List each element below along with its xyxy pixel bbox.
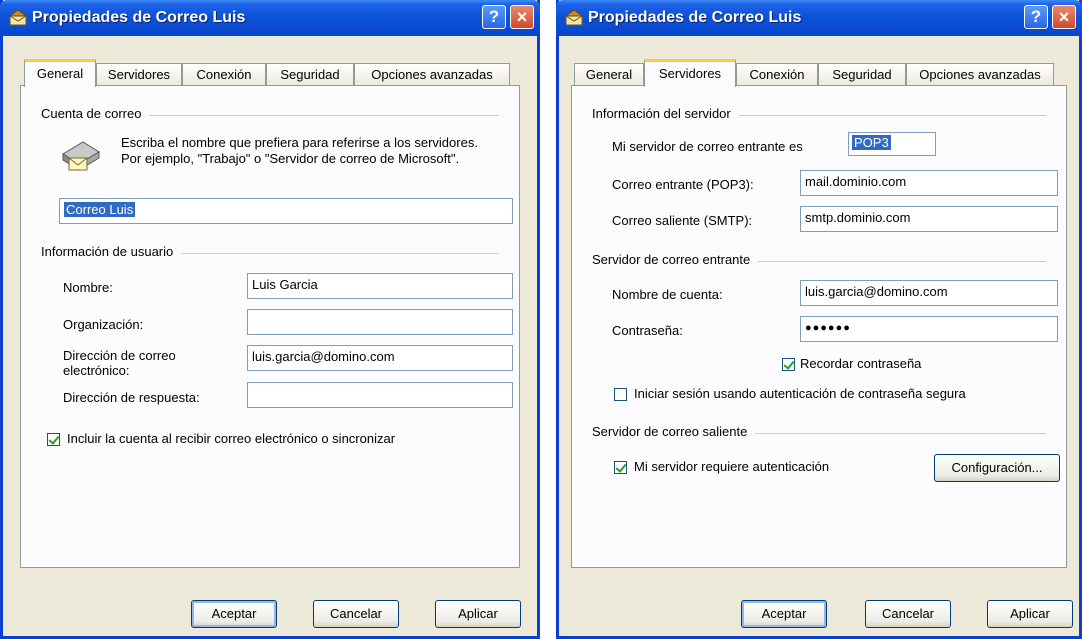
group-outgoing-server: Servidor de correo saliente [592, 424, 1046, 444]
tab-panel: Cuenta de correo Escriba el nombre que p… [20, 85, 520, 568]
account-name-input[interactable]: Correo Luis [59, 198, 513, 224]
incoming-server-input[interactable]: mail.dominio.com [800, 170, 1058, 196]
secure-password-auth-checkbox[interactable] [614, 388, 627, 401]
include-account-label[interactable]: Incluir la cuenta al recibir correo elec… [67, 431, 395, 446]
tab-strip: General Servidores Conexión Seguridad Op… [574, 59, 1064, 87]
window-title: Propiedades de Correo Luis [588, 9, 802, 26]
accept-button[interactable]: Aceptar [741, 600, 827, 628]
apply-button[interactable]: Aplicar [987, 600, 1073, 628]
tab-servidores[interactable]: Servidores [96, 63, 182, 86]
group-server-info: Información del servidor [592, 106, 1046, 126]
name-label: Nombre: [63, 280, 113, 295]
email-label: Dirección de correo electrónico: [63, 348, 176, 378]
cancel-button[interactable]: Cancelar [313, 600, 399, 628]
organization-input[interactable] [247, 309, 513, 335]
remember-password-label[interactable]: Recordar contraseña [800, 356, 921, 371]
cancel-button[interactable]: Cancelar [865, 600, 951, 628]
account-name-input[interactable]: luis.garcia@domino.com [800, 280, 1058, 306]
incoming-server-label: Correo entrante (POP3): [612, 177, 754, 192]
password-label: Contraseña: [612, 323, 683, 338]
include-account-checkbox[interactable] [47, 433, 60, 446]
reply-address-input[interactable] [247, 382, 513, 408]
outgoing-server-label: Correo saliente (SMTP): [612, 213, 753, 228]
tab-general[interactable]: General [574, 63, 644, 86]
account-name-label: Nombre de cuenta: [612, 287, 723, 302]
group-label: Servidor de correo entrante [592, 252, 759, 267]
window-title: Propiedades de Correo Luis [32, 9, 246, 26]
server-requires-auth-checkbox[interactable] [614, 461, 627, 474]
group-mail-account: Cuenta de correo [41, 106, 499, 126]
close-button[interactable]: × [1052, 5, 1076, 29]
group-label: Servidor de correo saliente [592, 424, 756, 439]
name-input[interactable]: Luis Garcia [247, 273, 513, 299]
tab-panel: Información del servidor Mi servidor de … [571, 85, 1067, 568]
password-input[interactable]: ●●●●●● [800, 316, 1058, 342]
remember-password-checkbox[interactable] [782, 358, 795, 371]
incoming-type-field[interactable]: POP3 [848, 132, 936, 156]
email-input[interactable]: luis.garcia@domino.com [247, 345, 513, 371]
title-bar[interactable]: Propiedades de Correo Luis ? × [556, 0, 1082, 36]
account-properties-dialog-servers: Propiedades de Correo Luis ? × General S… [556, 0, 1082, 639]
tab-opciones-avanzadas[interactable]: Opciones avanzadas [354, 63, 510, 86]
mail-account-icon [564, 9, 584, 26]
account-description: Escriba el nombre que prefiera para refe… [121, 135, 478, 166]
group-label: Cuenta de correo [41, 106, 150, 121]
secure-password-auth-label[interactable]: Iniciar sesión usando autenticación de c… [634, 386, 966, 401]
tab-opciones-avanzadas[interactable]: Opciones avanzadas [906, 63, 1054, 86]
group-label: Información del servidor [592, 106, 739, 121]
outgoing-server-input[interactable]: smtp.dominio.com [800, 206, 1058, 232]
account-name-value: Correo Luis [64, 202, 136, 217]
tab-general[interactable]: General [24, 59, 96, 87]
organization-label: Organización: [63, 317, 144, 332]
tab-strip: General Servidores Conexión Seguridad Op… [18, 59, 522, 87]
group-user-info: Información de usuario [41, 244, 499, 264]
tab-conexion[interactable]: Conexión [736, 63, 818, 86]
help-button[interactable]: ? [482, 5, 506, 29]
incoming-type-value: POP3 [852, 135, 891, 150]
close-button[interactable]: × [510, 5, 534, 29]
title-bar[interactable]: Propiedades de Correo Luis ? × [0, 0, 540, 36]
reply-address-label: Dirección de respuesta: [63, 390, 200, 405]
tab-servidores[interactable]: Servidores [644, 59, 736, 87]
tab-seguridad[interactable]: Seguridad [266, 63, 354, 86]
incoming-type-label: Mi servidor de correo entrante es [612, 139, 803, 154]
apply-button[interactable]: Aplicar [435, 600, 521, 628]
group-label: Información de usuario [41, 244, 182, 259]
server-requires-auth-label[interactable]: Mi servidor requiere autenticación [634, 459, 829, 474]
tab-seguridad[interactable]: Seguridad [818, 63, 906, 86]
settings-button[interactable]: Configuración... [934, 454, 1060, 482]
help-button[interactable]: ? [1024, 5, 1048, 29]
tab-conexion[interactable]: Conexión [182, 63, 266, 86]
mail-server-icon [62, 141, 100, 171]
account-properties-dialog-general: Propiedades de Correo Luis ? × General S… [0, 0, 540, 639]
group-incoming-server: Servidor de correo entrante [592, 252, 1046, 272]
mail-account-icon [8, 9, 28, 26]
accept-button[interactable]: Aceptar [191, 600, 277, 628]
